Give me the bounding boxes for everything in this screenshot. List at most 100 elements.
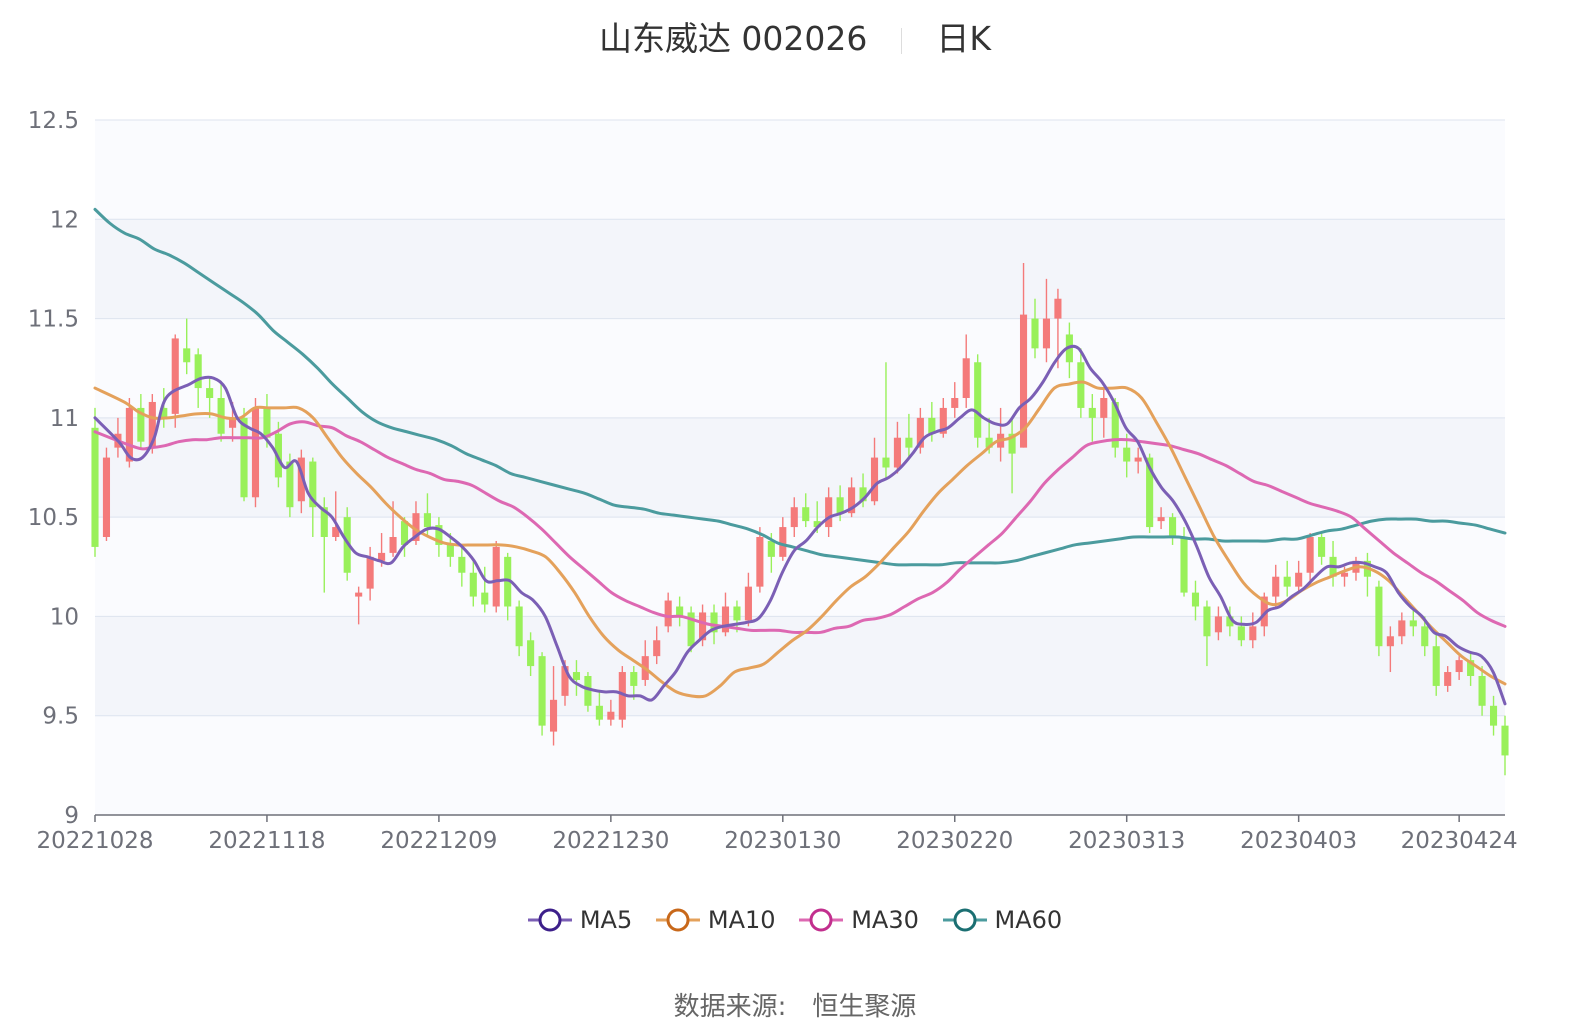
candle-body xyxy=(1272,576,1280,597)
legend-marker xyxy=(942,908,987,932)
x-tick-label: 20221230 xyxy=(552,828,669,854)
candle-body xyxy=(1203,606,1211,637)
legend: MA5 MA10 MA30 MA60 xyxy=(0,906,1590,939)
x-tick-label: 20230313 xyxy=(1068,828,1185,854)
candle-body xyxy=(240,417,248,498)
candle-body xyxy=(779,527,787,557)
candle xyxy=(1375,580,1383,657)
candlestick-chart: 9 9.5 10 10.5 11 11.5 12 12.5 20221028 20221118 20… xyxy=(28,108,1518,854)
legend-label: MA60 xyxy=(994,906,1063,934)
candle-body xyxy=(1123,447,1131,462)
grid-band xyxy=(95,120,1505,220)
candle-body xyxy=(1432,646,1440,686)
y-tick-label: 11 xyxy=(50,406,79,432)
source-label: 数据来源: xyxy=(673,992,787,1022)
legend-item-ma5[interactable]: MA5 xyxy=(527,906,633,934)
x-tick-label: 20221209 xyxy=(380,828,497,854)
candle-body xyxy=(1031,318,1039,349)
candle-body xyxy=(251,407,260,498)
candle-body xyxy=(1489,705,1498,726)
candle-body xyxy=(962,358,970,398)
candle-body xyxy=(1077,362,1085,408)
candle-body xyxy=(355,592,363,597)
candle-body xyxy=(1100,398,1108,418)
y-tick-label: 12.5 xyxy=(28,108,79,134)
candle-body xyxy=(1191,592,1200,607)
candle-body xyxy=(1421,626,1429,647)
candle-body xyxy=(1157,517,1165,522)
grid-band xyxy=(95,715,1505,815)
candle-body xyxy=(1237,626,1245,641)
candle-body xyxy=(1134,457,1142,462)
legend-item-ma30[interactable]: MA30 xyxy=(799,906,919,934)
candle-body xyxy=(1180,537,1188,593)
candle-body xyxy=(263,407,271,438)
candle-body xyxy=(653,640,661,657)
candle-body xyxy=(366,556,374,589)
legend-label: MA30 xyxy=(851,906,919,934)
x-tick-label: 20221118 xyxy=(208,828,325,854)
candle-body xyxy=(595,705,603,720)
legend-label: MA10 xyxy=(707,906,776,934)
y-tick-label: 10.5 xyxy=(28,505,79,531)
candle-body xyxy=(515,606,523,647)
candle-body xyxy=(607,711,615,720)
candle-body xyxy=(1306,537,1314,573)
candle-body xyxy=(458,556,466,573)
candle xyxy=(102,447,111,541)
x-tick-label: 20230424 xyxy=(1401,828,1518,854)
candle-body xyxy=(756,537,764,587)
candle-body xyxy=(446,544,454,557)
candle-body xyxy=(744,586,752,621)
y-tick-label: 9 xyxy=(64,803,79,829)
candle xyxy=(492,540,500,613)
candle-body xyxy=(825,497,833,528)
candle-body xyxy=(538,656,546,726)
legend-marker xyxy=(655,908,700,932)
candle-body xyxy=(802,507,810,522)
candle-body xyxy=(527,640,535,667)
candle-body xyxy=(423,513,431,528)
legend-item-ma10[interactable]: MA10 xyxy=(655,906,776,934)
candle-body xyxy=(1169,517,1177,537)
candle-body xyxy=(1444,672,1452,686)
legend-label: MA5 xyxy=(579,906,633,934)
candle-body xyxy=(1054,298,1062,319)
candle-body xyxy=(1409,620,1417,627)
grid-band xyxy=(95,417,1505,518)
candle xyxy=(584,672,592,712)
legend-marker xyxy=(527,908,572,932)
candle-body xyxy=(1214,616,1222,633)
candle-body xyxy=(183,348,191,363)
x-tick-label: 20230220 xyxy=(896,828,1013,854)
candle-body xyxy=(1375,586,1383,647)
legend-marker xyxy=(799,908,844,932)
candle-body xyxy=(1249,626,1257,641)
candle-body xyxy=(102,457,111,537)
candle-body xyxy=(905,437,913,448)
candle-body xyxy=(1455,660,1463,673)
candle xyxy=(251,398,260,508)
candle-body xyxy=(790,507,798,528)
x-tick-label: 20230403 xyxy=(1240,828,1357,854)
candle-body xyxy=(630,672,638,686)
candle-body xyxy=(1386,636,1394,647)
candle-body xyxy=(1295,572,1303,587)
candle-body xyxy=(194,354,202,389)
candle-body xyxy=(206,388,214,398)
candle-body xyxy=(664,600,672,627)
candle-body xyxy=(1283,576,1291,587)
data-source: 数据来源: 恒生聚源 xyxy=(0,986,1590,1023)
y-tick-label: 12 xyxy=(50,207,79,233)
candle-body xyxy=(870,457,879,502)
legend-item-ma60[interactable]: MA60 xyxy=(942,906,1063,934)
source-value: 恒生聚源 xyxy=(812,992,917,1022)
candle-body xyxy=(481,592,489,605)
candle-body xyxy=(1478,676,1486,706)
candle-body xyxy=(171,338,179,414)
y-tick-label: 9.5 xyxy=(42,704,79,730)
candle-body xyxy=(893,437,901,468)
candle-body xyxy=(492,546,500,607)
candle xyxy=(618,666,626,728)
candle-body xyxy=(882,457,890,468)
